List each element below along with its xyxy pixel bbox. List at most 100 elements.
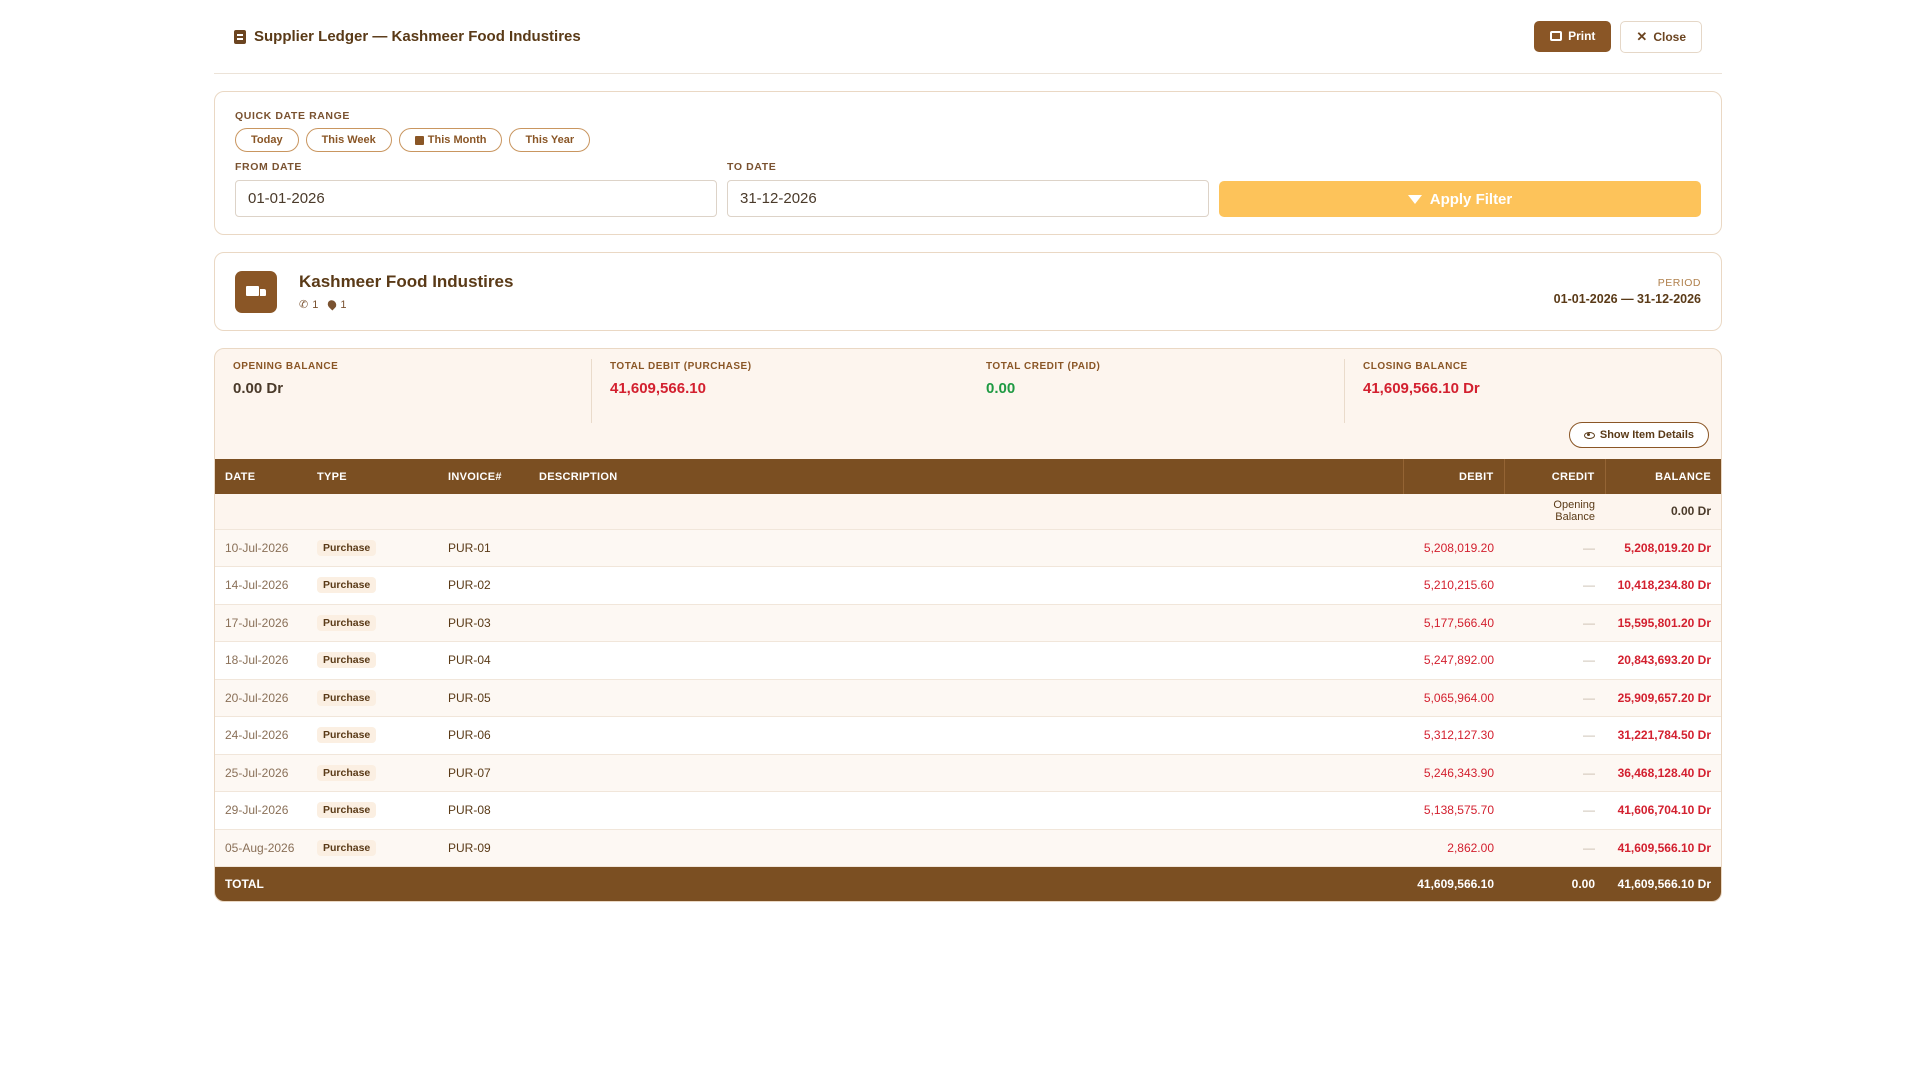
from-date-input[interactable]: 01-01-2026 — [235, 180, 717, 217]
row-date: 25-Jul-2026 — [215, 754, 307, 792]
page-title-text: Supplier Ledger — Kashmeer Food Industir… — [254, 28, 581, 45]
table-row[interactable]: 14-Jul-2026 Purchase PUR-02 5,210,215.60—10… — [215, 566, 1721, 605]
row-description — [529, 829, 1403, 867]
page-title: Supplier Ledger — Kashmeer Food Industir… — [234, 28, 581, 45]
row-date: 05-Aug-2026 — [215, 829, 307, 867]
row-invoice: PUR-02 — [438, 566, 529, 605]
range-year-label: This Year — [525, 134, 575, 146]
range-today-label: Today — [251, 134, 283, 146]
row-invoice: PUR-01 — [438, 529, 529, 567]
row-type: Purchase — [307, 754, 438, 792]
range-week-label: This Week — [321, 134, 376, 146]
close-label: Close — [1653, 29, 1686, 44]
row-credit: — — [1504, 716, 1605, 755]
closing-balance-label: CLOSING BALANCE — [1363, 361, 1468, 372]
row-invoice: PUR-08 — [438, 791, 529, 830]
close-icon: ✕ — [1636, 28, 1648, 44]
total-credit-label: TOTAL CREDIT (PAID) — [986, 361, 1101, 372]
from-date-label: FROM DATE — [235, 161, 303, 173]
to-date-group: TO DATE 31-12-2026 — [727, 161, 1209, 217]
apply-group: Apply Filter — [1219, 161, 1701, 217]
row-type: Purchase — [307, 716, 438, 755]
total-row: TOTAL 41,609,566.10 0.00 41,609,566.10 D… — [215, 866, 1721, 901]
table-row[interactable]: 29-Jul-2026 Purchase PUR-08 5,138,575.70—41… — [215, 791, 1721, 830]
map-pin-icon — [326, 298, 339, 311]
ledger-table: DATE TYPE INVOICE# DESCRIPTION DEBIT CRE… — [215, 459, 1721, 901]
table-row[interactable]: 25-Jul-2026 Purchase PUR-07 5,246,343.90—36… — [215, 754, 1721, 792]
opening-balance-value: 0.00 Dr — [233, 380, 284, 397]
row-debit: 5,246,343.90 — [1403, 754, 1504, 792]
col-balance-header: BALANCE — [1604, 459, 1721, 494]
table-row[interactable]: 05-Aug-2026 Purchase PUR-09 2,862.00—41,609… — [215, 829, 1721, 867]
row-credit: — — [1504, 829, 1605, 867]
row-debit: 5,177,566.40 — [1403, 604, 1504, 642]
range-week-button[interactable]: This Week — [305, 128, 392, 152]
row-description — [529, 566, 1403, 605]
row-date: 29-Jul-2026 — [215, 791, 307, 830]
filter-card: QUICK DATE RANGE Today This Week This Mo… — [214, 91, 1722, 235]
show-item-details-button[interactable]: Show Item Details — [1568, 422, 1709, 448]
col-date-header: DATE — [215, 459, 307, 494]
row-balance: 5,208,019.20 Dr — [1605, 529, 1721, 567]
row-invoice: PUR-03 — [438, 604, 529, 642]
row-type: Purchase — [307, 679, 438, 717]
opening-spacer — [215, 494, 1504, 530]
type-badge: Purchase — [317, 577, 377, 594]
supplier-avatar — [235, 270, 277, 313]
opening-row-label: Opening Balance — [1504, 494, 1605, 530]
row-type: Purchase — [307, 566, 438, 605]
book-icon — [234, 29, 246, 44]
range-today-button[interactable]: Today — [235, 128, 299, 152]
supplier-card: Kashmeer Food Industires ✆ 1 1 PERIOD 01-… — [214, 252, 1722, 331]
row-balance: 31,221,784.50 Dr — [1605, 716, 1721, 755]
table-row[interactable]: 24-Jul-2026 Purchase PUR-06 5,312,127.30—31… — [215, 716, 1721, 755]
print-button[interactable]: Print — [1534, 20, 1612, 52]
type-badge: Purchase — [317, 727, 377, 744]
row-debit: 5,138,575.70 — [1403, 791, 1504, 830]
row-type: Purchase — [307, 791, 438, 830]
row-credit: — — [1504, 754, 1605, 792]
total-label: TOTAL — [215, 866, 1403, 901]
to-date-input[interactable]: 31-12-2026 — [727, 180, 1209, 217]
ledger-page: Supplier Ledger — Kashmeer Food Industir… — [214, 0, 1722, 902]
quick-range-label: QUICK DATE RANGE — [235, 110, 350, 122]
row-date: 10-Jul-2026 — [215, 529, 307, 567]
range-month-label: This Month — [427, 134, 487, 146]
type-badge: Purchase — [317, 539, 377, 556]
total-debit-label: TOTAL DEBIT (PURCHASE) — [610, 361, 752, 372]
total-credit-value: 0.00 — [986, 380, 1016, 397]
row-balance: 10,418,234.80 Dr — [1605, 566, 1721, 605]
range-month-button[interactable]: This Month — [398, 128, 503, 152]
supplier-info: Kashmeer Food Industires ✆ 1 1 — [235, 270, 513, 313]
row-debit: 5,065,964.00 — [1403, 679, 1504, 717]
apply-filter-button[interactable]: Apply Filter — [1219, 181, 1701, 217]
show-item-details-label: Show Item Details — [1599, 429, 1694, 441]
row-date: 20-Jul-2026 — [215, 679, 307, 717]
from-date-group: FROM DATE 01-01-2026 — [235, 161, 717, 217]
row-type: Purchase — [307, 641, 438, 680]
table-row[interactable]: 18-Jul-2026 Purchase PUR-04 5,247,892.00—20… — [215, 641, 1721, 680]
row-invoice: PUR-05 — [438, 679, 529, 717]
close-button[interactable]: ✕ Close — [1620, 20, 1702, 53]
opening-balance-row: Opening Balance 0.00 Dr — [215, 494, 1721, 530]
row-balance: 15,595,801.20 Dr — [1605, 604, 1721, 642]
range-year-button[interactable]: This Year — [509, 128, 591, 152]
row-debit: 5,210,215.60 — [1403, 566, 1504, 605]
closing-balance-value: 41,609,566.10 Dr — [1363, 380, 1480, 397]
top-actions: Print ✕ Close — [1534, 20, 1702, 53]
row-debit: 2,862.00 — [1403, 829, 1504, 867]
col-description-header: DESCRIPTION — [529, 459, 1403, 494]
table-row[interactable]: 10-Jul-2026 Purchase PUR-01 5,208,019.20—5,… — [215, 529, 1721, 567]
ledger-card: OPENING BALANCE 0.00 Dr TOTAL DEBIT (PUR… — [214, 348, 1722, 902]
table-row[interactable]: 20-Jul-2026 Purchase PUR-05 5,065,964.00—25… — [215, 679, 1721, 717]
closing-balance-stat: CLOSING BALANCE 41,609,566.10 Dr — [1345, 359, 1721, 423]
row-type: Purchase — [307, 604, 438, 642]
col-credit-header: CREDIT — [1503, 459, 1605, 494]
row-type: Purchase — [307, 529, 438, 567]
to-date-label: TO DATE — [727, 161, 777, 173]
row-invoice: PUR-04 — [438, 641, 529, 680]
total-debit-stat: TOTAL DEBIT (PURCHASE) 41,609,566.10 — [592, 359, 968, 423]
row-balance: 25,909,657.20 Dr — [1605, 679, 1721, 717]
table-row[interactable]: 17-Jul-2026 Purchase PUR-03 5,177,566.40—15… — [215, 604, 1721, 642]
total-debit-value: 41,609,566.10 — [610, 380, 706, 397]
